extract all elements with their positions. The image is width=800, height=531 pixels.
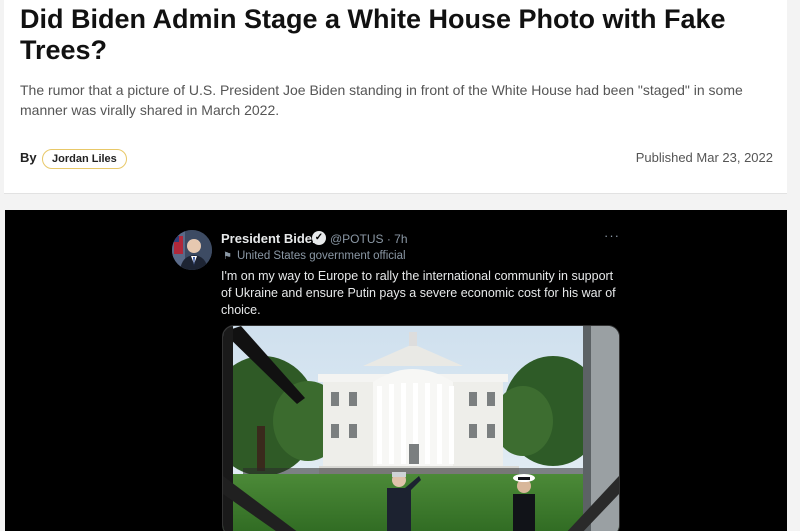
flag-icon: ⚑ (223, 251, 232, 262)
tweet-media-photo[interactable] (222, 325, 620, 531)
government-label-text: United States government official (236, 250, 406, 262)
author-link[interactable]: Jordan Liles (42, 149, 127, 169)
tweet-text: I'm on my way to Europe to rally the int… (221, 269, 616, 317)
verified-badge-icon: ✓ (312, 231, 326, 245)
published-date: Published Mar 23, 2022 (635, 150, 773, 165)
tweet-display-name[interactable]: President Biden (221, 231, 320, 246)
ellipsis-icon[interactable]: ··· (604, 228, 620, 243)
article-summary: The rumor that a picture of U.S. Preside… (20, 82, 743, 118)
avatar (172, 230, 212, 270)
article-header: Did Biden Admin Stage a White House Phot… (4, 0, 787, 194)
tweet-handle-time[interactable]: @POTUS · 7h (330, 232, 408, 246)
government-label: ⚑ United States government official (223, 250, 406, 262)
article-title: Did Biden Admin Stage a White House Phot… (20, 4, 726, 65)
byline-prefix: By (20, 150, 37, 165)
featured-image: President Biden ✓ @POTUS · 7h ··· ⚑ Unite… (5, 210, 787, 531)
